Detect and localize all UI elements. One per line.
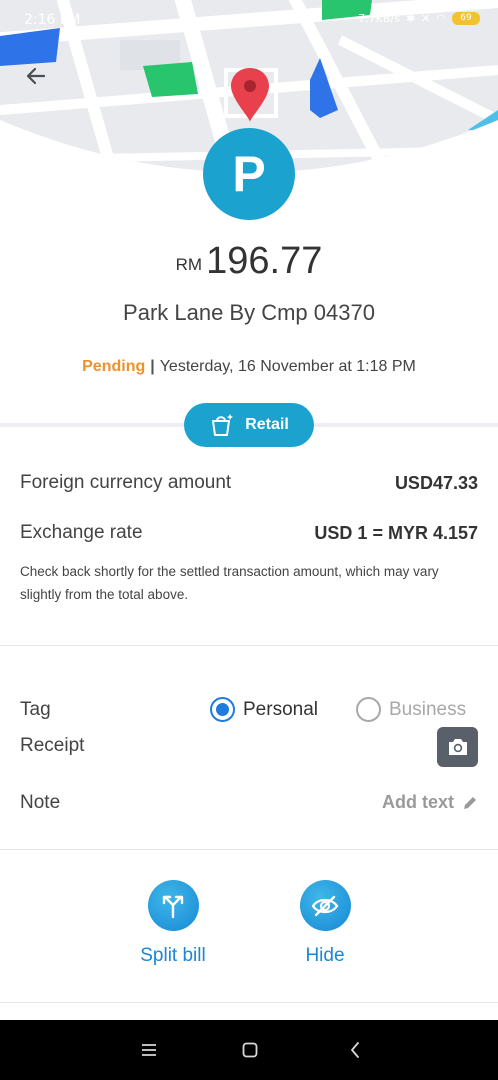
system-back-button[interactable] bbox=[343, 1038, 367, 1062]
bluetooth-icon: ✱ bbox=[405, 12, 416, 25]
tag-row: Tag bbox=[20, 699, 200, 721]
exchange-rate-label: Exchange rate bbox=[20, 522, 143, 543]
foreign-amount-row: Foreign currency amount USD47.33 bbox=[20, 472, 478, 494]
radio-unselected-icon bbox=[356, 697, 381, 722]
menu-button[interactable] bbox=[137, 1038, 161, 1062]
merchant-name: Park Lane By Cmp 04370 bbox=[123, 300, 375, 325]
tag-option-label: Personal bbox=[243, 698, 318, 720]
amount-currency: RM bbox=[175, 255, 203, 274]
exchange-rate-row: Exchange rate USD 1 = MYR 4.157 bbox=[20, 522, 478, 544]
settlement-notice: Check back shortly for the settled trans… bbox=[20, 564, 439, 602]
amount-value: 196.77 bbox=[206, 240, 323, 282]
back-chevron-icon bbox=[351, 1042, 359, 1058]
merchant-logo-letter: P bbox=[232, 146, 266, 202]
split-bill-label: Split bill bbox=[140, 945, 206, 966]
system-nav-bar bbox=[0, 1020, 498, 1080]
tag-radio-group: Personal Business bbox=[210, 697, 466, 722]
hide-button[interactable]: Hide bbox=[280, 880, 370, 967]
divider bbox=[0, 645, 498, 646]
split-icon bbox=[162, 895, 184, 918]
hide-circle bbox=[299, 880, 351, 931]
shopping-bag-icon bbox=[212, 414, 234, 436]
status-bar: 2:16 PM 7.7KB/s ✱ ✕ ◠ 69 bbox=[0, 0, 498, 44]
transaction-status: Pending | Yesterday, 16 November at 1:18 P… bbox=[0, 358, 498, 376]
tag-label: Tag bbox=[20, 699, 51, 720]
exchange-rate-value: USD 1 = MYR 4.157 bbox=[314, 522, 478, 543]
add-receipt-button[interactable] bbox=[437, 727, 478, 767]
receipt-row: Receipt bbox=[20, 735, 200, 757]
home-button[interactable] bbox=[238, 1038, 262, 1062]
eye-off-icon bbox=[311, 895, 339, 916]
add-note-button[interactable]: Add text bbox=[382, 792, 478, 813]
back-button[interactable] bbox=[18, 58, 54, 94]
radio-selected-icon bbox=[210, 697, 235, 722]
status-separator: | bbox=[150, 358, 155, 375]
transaction-timestamp: Yesterday, 16 November at 1:18 PM bbox=[159, 358, 416, 375]
tag-option-personal[interactable]: Personal bbox=[210, 697, 318, 722]
status-icons: 7.7KB/s ✱ ✕ ◠ 69 bbox=[358, 12, 480, 25]
divider bbox=[0, 849, 498, 850]
battery-icon: 69 bbox=[452, 12, 480, 25]
camera-icon bbox=[448, 739, 467, 755]
signal-icon: ✕ bbox=[421, 12, 431, 25]
merchant-logo: P bbox=[203, 128, 295, 220]
split-bill-circle bbox=[147, 880, 199, 931]
menu-icon bbox=[142, 1044, 156, 1056]
category-button[interactable]: Retail bbox=[184, 403, 314, 447]
home-icon bbox=[242, 1042, 258, 1058]
add-note-label: Add text bbox=[382, 792, 454, 812]
category-label: Retail bbox=[245, 416, 289, 433]
foreign-amount-value: USD47.33 bbox=[394, 472, 478, 493]
wifi-icon: ◠ bbox=[436, 12, 446, 25]
hide-label: Hide bbox=[305, 945, 345, 966]
tag-option-label: Business bbox=[389, 698, 467, 720]
status-time: 2:16 PM bbox=[24, 12, 81, 28]
note-label: Note bbox=[20, 792, 61, 813]
tag-option-business[interactable]: Business bbox=[356, 697, 466, 722]
network-speed: 7.7KB/s bbox=[358, 12, 400, 25]
divider bbox=[0, 1002, 498, 1003]
status-badge: Pending bbox=[82, 358, 146, 375]
arrow-left-icon bbox=[26, 67, 46, 85]
split-bill-button[interactable]: Split bill bbox=[128, 880, 218, 967]
receipt-label: Receipt bbox=[20, 735, 85, 756]
foreign-amount-label: Foreign currency amount bbox=[20, 472, 232, 493]
pencil-icon bbox=[464, 796, 476, 809]
note-row: Note bbox=[20, 792, 200, 814]
transaction-amount: RM 196.77 bbox=[0, 240, 498, 283]
